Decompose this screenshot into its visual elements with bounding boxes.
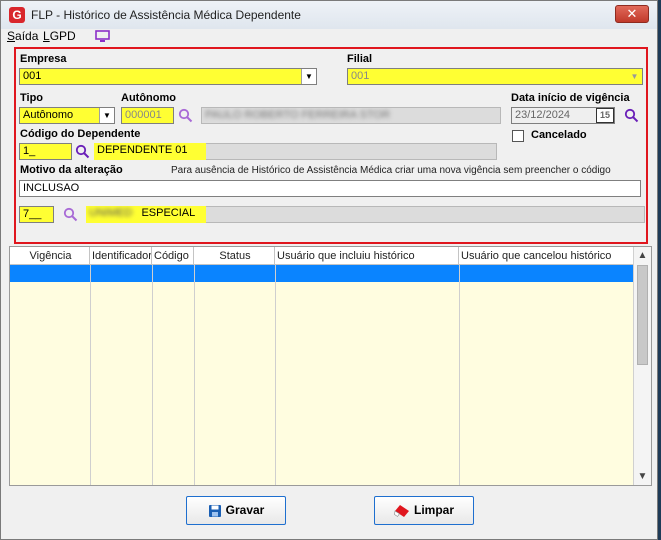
search-icon[interactable] (178, 108, 193, 123)
app-logo-icon: G (9, 7, 25, 23)
search-icon[interactable] (624, 108, 639, 123)
dependente-code-field[interactable]: 1_ (19, 143, 72, 160)
calendar-icon[interactable]: 15 (596, 108, 614, 123)
save-icon (208, 504, 221, 517)
column-header-usuario-cancelou[interactable]: Usuário que cancelou histórico (459, 247, 633, 265)
data-inicio-field[interactable]: 23/12/2024 15 (511, 107, 615, 124)
monitor-icon[interactable] (95, 30, 110, 43)
filial-label: Filial (347, 53, 373, 65)
scroll-down-icon[interactable]: ▼ (634, 468, 651, 485)
data-inicio-label: Data início de vigência (511, 92, 630, 104)
table-row[interactable] (10, 265, 633, 282)
window-title: FLP - Histórico de Assistência Médica De… (31, 8, 301, 22)
chevron-down-icon[interactable]: ▼ (99, 108, 114, 123)
eraser-icon (394, 504, 409, 517)
tipo-label: Tipo (20, 92, 44, 104)
search-icon[interactable] (75, 144, 90, 159)
main-window: G FLP - Histórico de Assistência Médica … (0, 0, 658, 540)
motivo-hint: Para ausência de Histórico de Assistênci… (171, 165, 611, 176)
column-divider (459, 265, 460, 485)
scroll-thumb[interactable] (637, 265, 648, 365)
column-header-vigencia[interactable]: Vigência (10, 247, 90, 265)
motivo-field[interactable]: INCLUSAO (19, 180, 641, 197)
tipo-select[interactable]: Autônomo ▼ (19, 107, 115, 124)
column-divider (152, 265, 153, 485)
close-button[interactable]: ✕ (615, 5, 649, 23)
empresa-label: Empresa (20, 53, 67, 65)
chevron-down-icon[interactable]: ▼ (301, 69, 316, 84)
dependente-label: Código do Dependente (20, 128, 141, 140)
search-icon[interactable] (63, 207, 78, 222)
column-header-codigo[interactable]: Código (152, 247, 194, 265)
motivo-label: Motivo da alteração (20, 164, 123, 176)
empresa-select[interactable]: 001 ▼ (19, 68, 317, 85)
vertical-scrollbar[interactable]: ▲ ▼ (633, 247, 651, 485)
form-panel: Empresa 001 ▼ Filial 001 ▼ Tipo Autônomo… (14, 47, 648, 244)
column-header-status[interactable]: Status (194, 247, 275, 265)
limpar-button[interactable]: Limpar (374, 496, 474, 525)
menu-lgpd[interactable]: LGPD (43, 29, 76, 43)
grid-header: Vigência Identificador Código Status Usu… (10, 247, 633, 265)
cancelado-checkbox[interactable] (512, 130, 524, 142)
menu-bar: Saída LGPD (1, 27, 657, 45)
chevron-down-icon[interactable]: ▼ (627, 69, 642, 84)
history-grid[interactable]: Vigência Identificador Código Status Usu… (9, 246, 652, 486)
gravar-button[interactable]: Gravar (186, 496, 286, 525)
column-header-identificador[interactable]: Identificador (90, 247, 152, 265)
column-divider (90, 265, 91, 485)
scroll-up-icon[interactable]: ▲ (634, 247, 651, 264)
autonomo-label: Autônomo (121, 92, 176, 104)
column-header-usuario-incluiu[interactable]: Usuário que incluiu histórico (275, 247, 459, 265)
filial-select[interactable]: 001 ▼ (347, 68, 643, 85)
column-divider (275, 265, 276, 485)
cancelado-label: Cancelado (531, 129, 587, 141)
menu-saida[interactable]: Saída (7, 29, 38, 43)
dependente-name-highlight: DEPENDENTE 01 (94, 143, 206, 160)
plano-name-highlight: UNIMED ESPECIAL (86, 206, 206, 223)
column-divider (194, 265, 195, 485)
title-bar: G FLP - Histórico de Assistência Médica … (1, 1, 657, 29)
autonomo-code-field[interactable]: 000001 (121, 107, 174, 124)
plano-code-field[interactable]: 7__ (19, 206, 54, 223)
autonomo-name-field: PAULO ROBERTO FERREIRA STOR (201, 107, 501, 124)
